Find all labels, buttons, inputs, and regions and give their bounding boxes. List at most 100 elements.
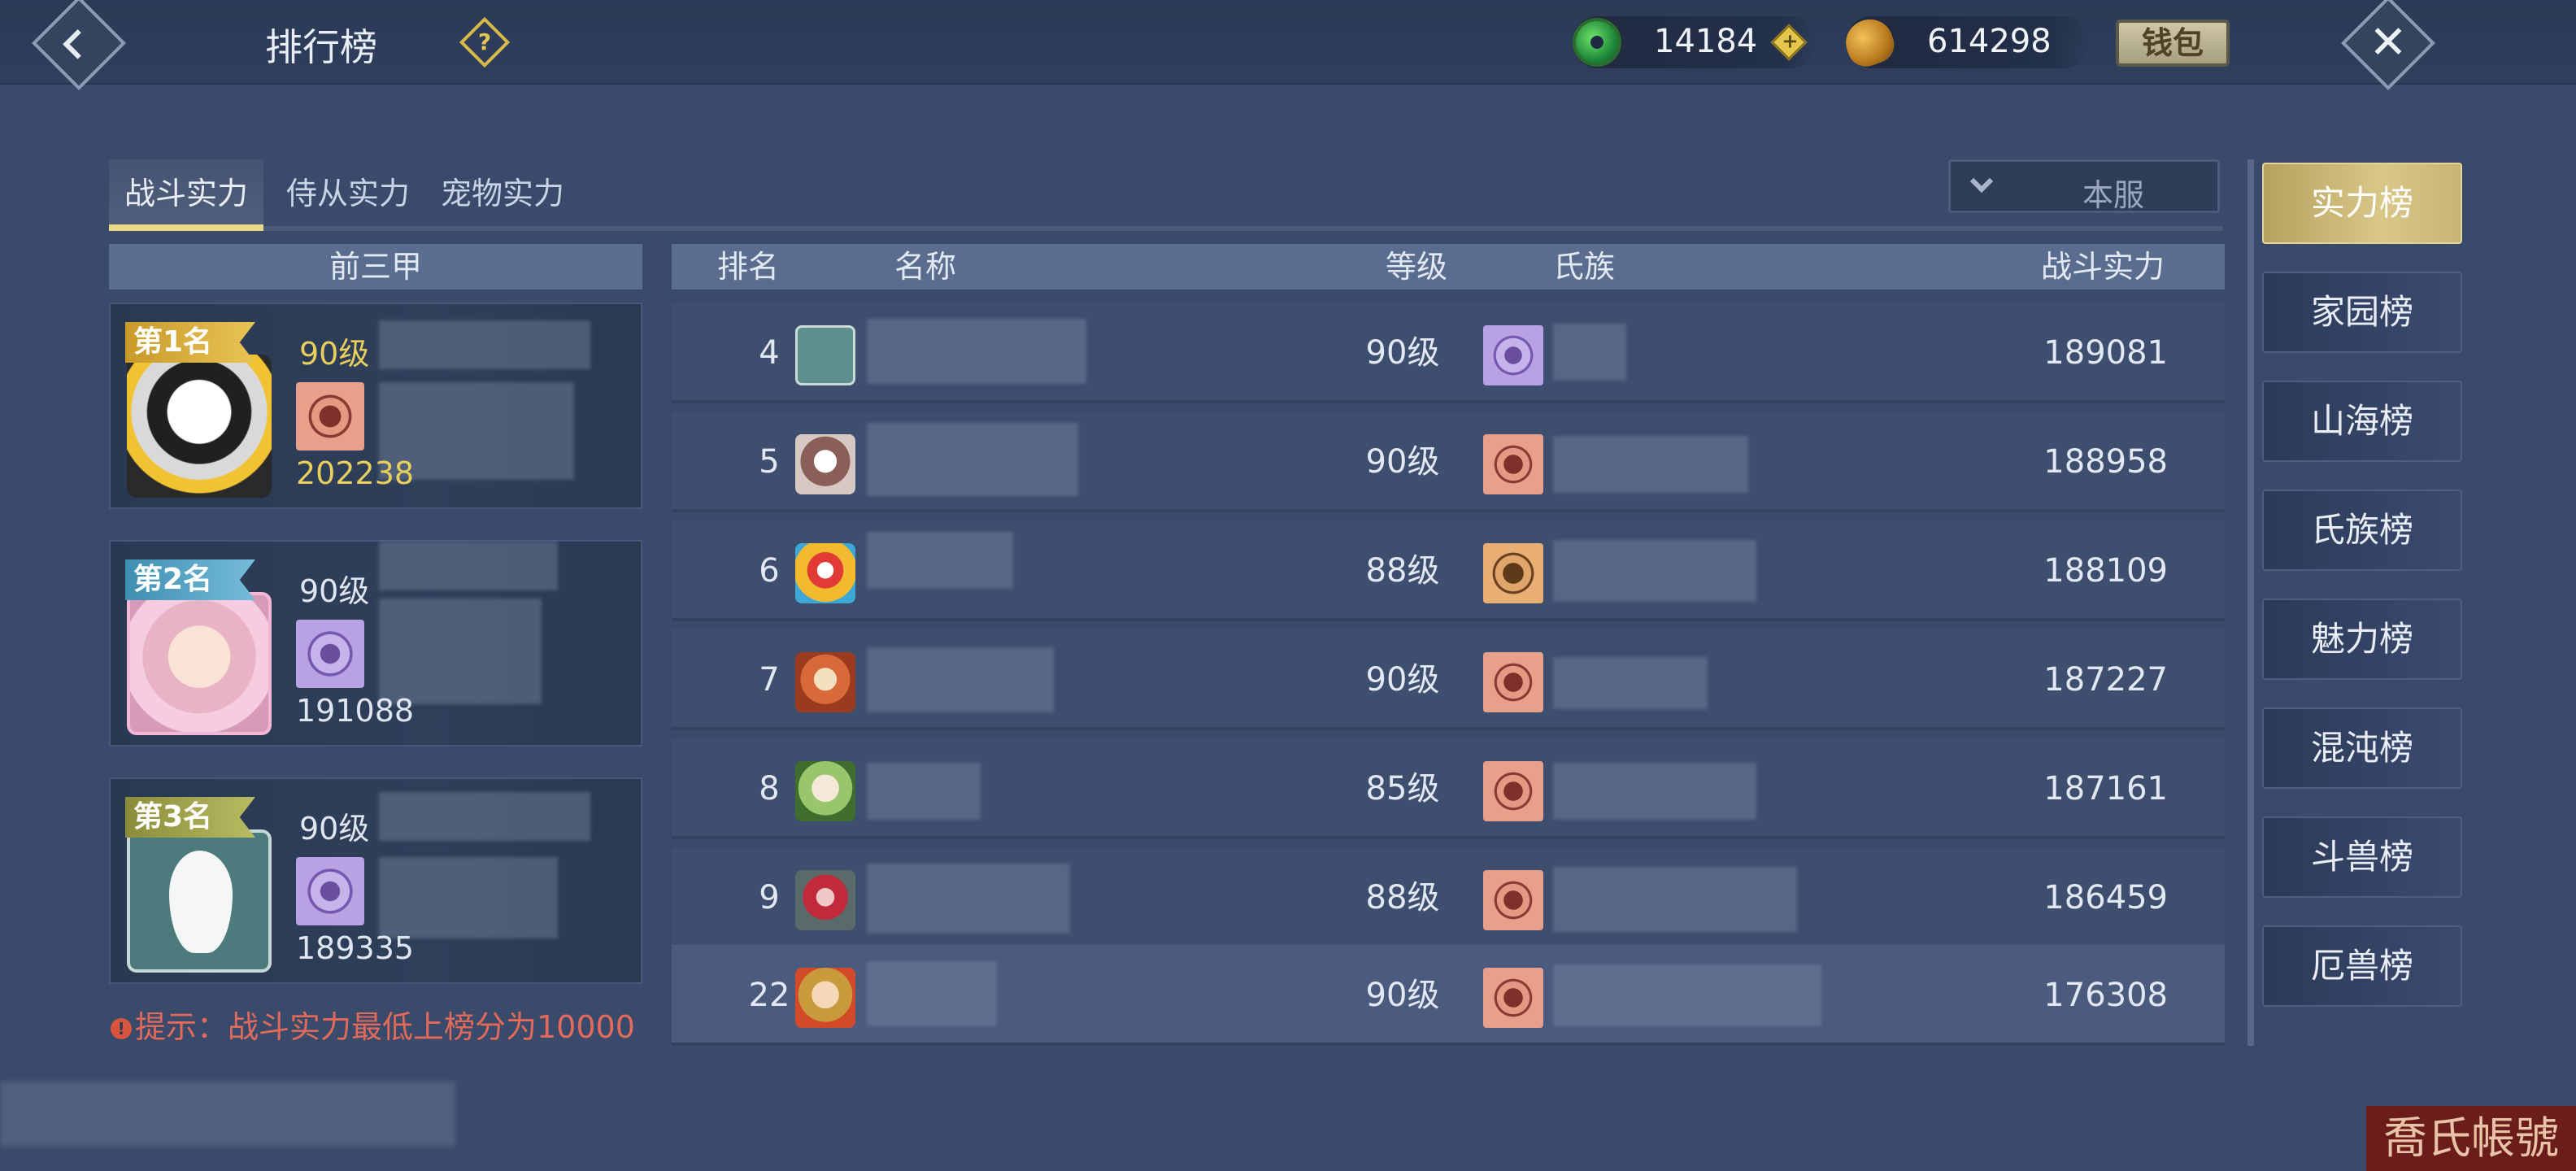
player-level: 88级 bbox=[1365, 552, 1440, 590]
wallet-button[interactable]: 钱包 bbox=[2116, 20, 2230, 67]
avatar bbox=[795, 870, 855, 930]
table-row-self[interactable]: 22 90级 176308 bbox=[672, 945, 2225, 1046]
red-clan-emblem-icon bbox=[1483, 870, 1543, 930]
top3-card-3[interactable]: 第3名 90级 189335 bbox=[109, 777, 642, 984]
rank-badge: 第2名 bbox=[125, 559, 255, 600]
blurred-player-name bbox=[867, 423, 1078, 496]
jade-amount: 14184 bbox=[1654, 23, 1758, 60]
player-level: 90级 bbox=[1365, 334, 1440, 372]
combat-power-value: 189335 bbox=[296, 930, 415, 966]
combat-power-value: 188109 bbox=[2043, 552, 2168, 590]
player-level: 90级 bbox=[1365, 977, 1440, 1014]
table-row[interactable]: 9 88级 186459 bbox=[672, 847, 2225, 948]
column-rank: 排名 bbox=[717, 249, 780, 285]
tab-pet-power[interactable]: 宠物实力 bbox=[429, 159, 576, 231]
side-tab-power[interactable]: 实力榜 bbox=[2262, 163, 2462, 244]
ranking-table-header: 排名 名称 等级 氏族 战斗实力 bbox=[672, 244, 2225, 289]
player-level: 90级 bbox=[299, 336, 370, 372]
table-row[interactable]: 6 88级 188109 bbox=[672, 520, 2225, 621]
avatar bbox=[795, 434, 855, 494]
back-button[interactable] bbox=[32, 0, 126, 90]
page-title: 排行榜 bbox=[265, 25, 377, 69]
purple-clan-emblem-icon bbox=[296, 620, 364, 688]
side-tab-chaos[interactable]: 混沌榜 bbox=[2262, 707, 2462, 789]
minimum-score-tip: ! 提示：战斗实力最低上榜分为10000 bbox=[111, 1002, 635, 1047]
table-row[interactable]: 7 90级 187227 bbox=[672, 629, 2225, 730]
side-tab-charm[interactable]: 魅力榜 bbox=[2262, 599, 2462, 680]
category-tabs: 战斗实力 侍从实力 宠物实力 bbox=[109, 159, 577, 234]
purple-clan-emblem-icon bbox=[296, 857, 364, 925]
blurred-player-name bbox=[867, 961, 997, 1026]
player-level: 88级 bbox=[1365, 879, 1440, 916]
side-tab-shanhai[interactable]: 山海榜 bbox=[2262, 381, 2462, 462]
column-name: 名称 bbox=[894, 249, 957, 285]
chevron-left-icon bbox=[63, 29, 93, 59]
rank-number: 4 bbox=[759, 334, 780, 372]
rank-number: 6 bbox=[759, 552, 780, 590]
combat-power-value: 176308 bbox=[2043, 977, 2168, 1014]
jade-currency: 14184 + bbox=[1573, 16, 1817, 68]
table-row[interactable]: 4 90级 189081 bbox=[672, 303, 2225, 403]
avatar bbox=[795, 968, 855, 1028]
gold-coin-icon bbox=[1839, 12, 1899, 72]
side-tab-beast-fight[interactable]: 斗兽榜 bbox=[2262, 816, 2462, 898]
blurred-player-name bbox=[867, 532, 1013, 589]
blurred-player-name bbox=[867, 864, 1070, 934]
help-icon[interactable]: ? bbox=[459, 16, 511, 68]
column-clan: 氏族 bbox=[1553, 249, 1616, 285]
server-filter-select[interactable]: 本服 bbox=[1948, 159, 2220, 213]
add-jade-plus-icon[interactable]: + bbox=[1770, 24, 1808, 61]
table-row[interactable]: 5 90级 188958 bbox=[672, 411, 2225, 512]
tab-combat-power[interactable]: 战斗实力 bbox=[109, 159, 263, 231]
rank-number: 8 bbox=[759, 770, 780, 808]
blurred-clan-name bbox=[1553, 964, 1821, 1026]
table-row[interactable]: 8 85级 187161 bbox=[672, 738, 2225, 839]
top-bar: 排行榜 ? 14184 + 614298 钱包 ✕ bbox=[0, 0, 2576, 90]
side-tab-clan[interactable]: 氏族榜 bbox=[2262, 490, 2462, 571]
side-tab-home[interactable]: 家园榜 bbox=[2262, 272, 2462, 353]
avatar bbox=[795, 761, 855, 821]
red-clan-emblem-icon bbox=[1483, 652, 1543, 712]
column-level: 等级 bbox=[1386, 249, 1448, 285]
gold-currency: 614298 bbox=[1839, 12, 2090, 72]
combat-power-value: 188958 bbox=[2043, 443, 2168, 481]
avatar bbox=[795, 652, 855, 712]
top3-card-1[interactable]: 第1名 90级 202238 bbox=[109, 303, 642, 509]
blurred-player-name bbox=[867, 319, 1086, 384]
red-clan-emblem-icon bbox=[296, 382, 364, 451]
close-button[interactable]: ✕ bbox=[2341, 0, 2435, 90]
blurred-clan-name bbox=[379, 599, 542, 704]
rank-badge: 第3名 bbox=[125, 797, 255, 838]
avatar bbox=[127, 592, 272, 735]
side-tab-calamity-beast[interactable]: 厄兽榜 bbox=[2262, 925, 2462, 1007]
blurred-clan-name bbox=[1553, 540, 1756, 602]
watermark: 喬氏帳號 bbox=[2366, 1106, 2576, 1171]
purple-clan-emblem-icon bbox=[1483, 325, 1543, 385]
tab-attendant-power[interactable]: 侍从实力 bbox=[275, 159, 421, 231]
avatar bbox=[127, 829, 272, 973]
tip-text: 提示：战斗实力最低上榜分为10000 bbox=[135, 1009, 635, 1045]
combat-power-value: 187227 bbox=[2043, 661, 2168, 699]
player-level: 90级 bbox=[299, 573, 370, 609]
blurred-player-name bbox=[379, 542, 558, 590]
blurred-clan-name bbox=[1553, 657, 1708, 709]
column-combat-power: 战斗实力 bbox=[2041, 249, 2165, 285]
combat-power-value: 202238 bbox=[296, 455, 415, 491]
top3-card-2[interactable]: 第2名 90级 191088 bbox=[109, 540, 642, 747]
chevron-down-icon bbox=[1969, 169, 1994, 194]
blurred-player-name bbox=[867, 647, 1054, 712]
avatar bbox=[795, 325, 855, 385]
red-clan-emblem-icon bbox=[1483, 434, 1543, 494]
blurred-clan-name bbox=[1553, 324, 1626, 381]
warning-icon: ! bbox=[111, 1018, 132, 1039]
rank-badge: 第1名 bbox=[125, 322, 255, 363]
blurred-footer bbox=[0, 1082, 455, 1147]
combat-power-value: 191088 bbox=[296, 693, 415, 729]
player-level: 90级 bbox=[1365, 661, 1440, 699]
blurred-player-name bbox=[379, 792, 590, 841]
jade-icon bbox=[1573, 18, 1621, 67]
rank-number: 5 bbox=[759, 443, 780, 481]
avatar bbox=[127, 355, 272, 498]
table-scrollbar[interactable] bbox=[2247, 159, 2254, 1046]
blurred-clan-name bbox=[1553, 436, 1748, 493]
